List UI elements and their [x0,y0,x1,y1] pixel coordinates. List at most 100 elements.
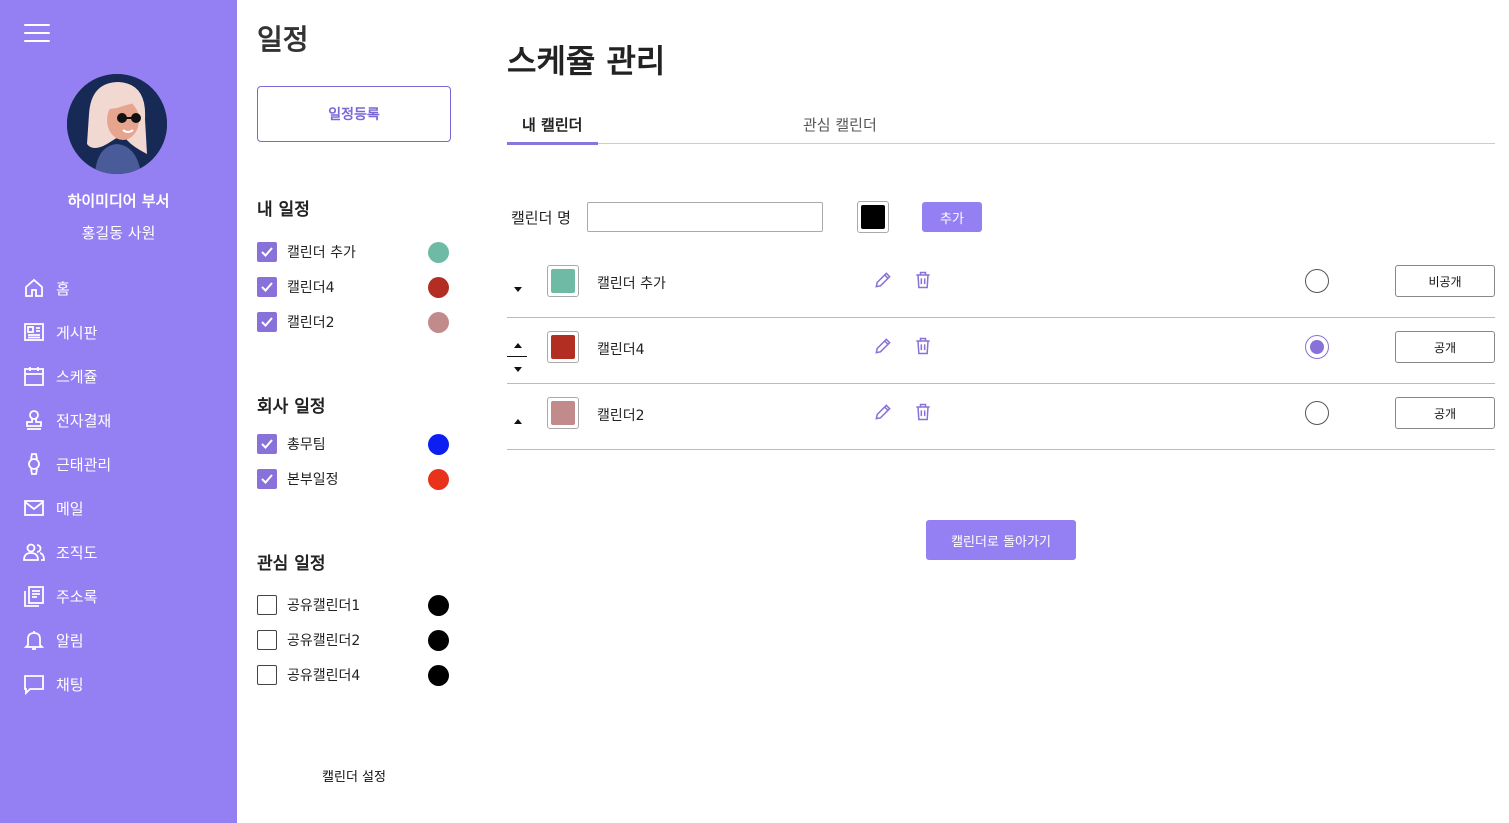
page-title: 스케쥴 관리 [507,42,666,80]
avatar[interactable] [67,74,167,174]
company-calendar-item[interactable]: 총무팀 [257,432,449,456]
sidebar-item-label: 채팅 [56,675,84,694]
calendar-name: 캘린더2 [597,408,645,424]
calendar-icon [24,367,44,386]
trash-icon[interactable] [913,336,933,356]
menu-icon[interactable] [24,24,50,44]
company-calendar-item[interactable]: 본부일정 [257,467,449,491]
edit-icon[interactable] [873,402,893,422]
company-schedule-title: 회사 일정 [257,397,326,417]
tab-interest-calendar[interactable]: 관심 캘린더 [803,114,877,135]
check-icon [261,282,273,292]
checkbox[interactable] [257,469,277,489]
people-icon [23,543,45,561]
checkbox[interactable] [257,312,277,332]
active-tab-indicator [507,142,598,145]
color-dot [428,664,449,686]
calendar-settings-link[interactable]: 캘린더 설정 [237,766,471,785]
my-schedule-title: 내 일정 [257,200,310,220]
stamp-icon [26,410,42,430]
sidebar-item-label: 주소록 [56,587,98,606]
sidebar-item-board[interactable]: 게시판 [22,310,111,354]
move-up-icon[interactable] [511,414,525,428]
interest-calendar-item[interactable]: 공유캘린더4 [257,663,449,687]
visibility-button[interactable]: 공개 [1395,331,1495,363]
visibility-button[interactable]: 비공개 [1395,265,1495,297]
move-down-icon[interactable] [511,282,525,296]
panel-title: 일정 [257,23,309,56]
interest-calendar-item[interactable]: 공유캘린더2 [257,628,449,652]
color-dot [428,241,449,263]
calendar-label: 캘린더 추가 [287,245,356,261]
checkbox[interactable] [257,277,277,297]
my-calendar-item[interactable]: 캘린더2 [257,310,449,334]
trash-icon[interactable] [913,402,933,422]
sidebar-item-chat[interactable]: 채팅 [22,662,111,706]
interest-schedule-title: 관심 일정 [257,554,326,574]
move-up-icon[interactable] [511,338,525,352]
move-down-icon[interactable] [511,362,525,376]
sidebar-item-home[interactable]: 홈 [22,266,111,310]
calendar-name-label: 캘린더 명 [511,209,571,227]
checkbox[interactable] [257,665,277,685]
edit-icon[interactable] [873,270,893,290]
calendar-row: 캘린더 추가 비공개 [507,252,1495,318]
default-radio[interactable] [1305,335,1329,359]
add-calendar-button[interactable]: 추가 [922,202,982,232]
sidebar-item-notifications[interactable]: 알림 [22,618,111,662]
color-dot [428,629,449,651]
calendar-label: 공유캘린더4 [287,668,361,684]
default-radio[interactable] [1305,269,1329,293]
calendar-color-swatch[interactable] [547,331,579,363]
visibility-button[interactable]: 공개 [1395,397,1495,429]
calendar-label: 캘린더2 [287,315,335,331]
mail-icon [24,500,44,516]
calendar-row: 캘린더2 공개 [507,384,1495,450]
calendar-row: 캘린더4 공개 [507,318,1495,384]
sidebar-item-label: 홈 [56,279,70,298]
color-picker[interactable] [857,201,889,233]
sidebar-item-label: 메일 [56,499,84,518]
back-to-calendar-button[interactable]: 캘린더로 돌아가기 [926,520,1076,560]
register-schedule-button[interactable]: 일정등록 [257,86,451,142]
color-dot [428,468,449,490]
checkbox[interactable] [257,595,277,615]
user-name: 홍길동 사원 [81,224,156,242]
edit-icon[interactable] [873,336,893,356]
address-book-icon [24,586,44,607]
interest-calendar-item[interactable]: 공유캘린더1 [257,593,449,617]
tab-my-calendar[interactable]: 내 캘린더 [522,114,582,135]
calendar-name-input[interactable] [587,202,823,232]
calendar-color-swatch[interactable] [547,265,579,297]
sidebar-item-mail[interactable]: 메일 [22,486,111,530]
sidebar-item-schedule[interactable]: 스케쥴 [22,354,111,398]
color-dot [428,433,449,455]
color-dot [428,594,449,616]
default-radio[interactable] [1305,401,1329,425]
sidebar-item-approval[interactable]: 전자결재 [22,398,111,442]
sidebar-item-label: 전자결재 [56,411,112,430]
my-calendar-item[interactable]: 캘린더 추가 [257,240,449,264]
color-dot [428,276,449,298]
checkbox[interactable] [257,630,277,650]
calendar-label: 공유캘린더2 [287,633,361,649]
bell-icon [23,631,45,650]
check-icon [261,247,273,257]
home-icon [25,278,43,297]
check-icon [261,439,273,449]
calendar-color-swatch[interactable] [547,397,579,429]
chat-icon [24,675,44,696]
check-icon [261,317,273,327]
board-icon [24,323,44,341]
checkbox[interactable] [257,242,277,262]
sidebar-item-label: 스케쥴 [56,367,98,386]
my-calendar-item[interactable]: 캘린더4 [257,275,449,299]
checkbox[interactable] [257,434,277,454]
sidebar-item-org[interactable]: 조직도 [22,530,111,574]
calendar-label: 본부일정 [287,472,339,488]
sidebar-item-attendance[interactable]: 근태관리 [22,442,111,486]
trash-icon[interactable] [913,270,933,290]
sidebar-item-address[interactable]: 주소록 [22,574,111,618]
calendar-label: 총무팀 [287,437,326,453]
calendar-label: 공유캘린더1 [287,598,361,614]
